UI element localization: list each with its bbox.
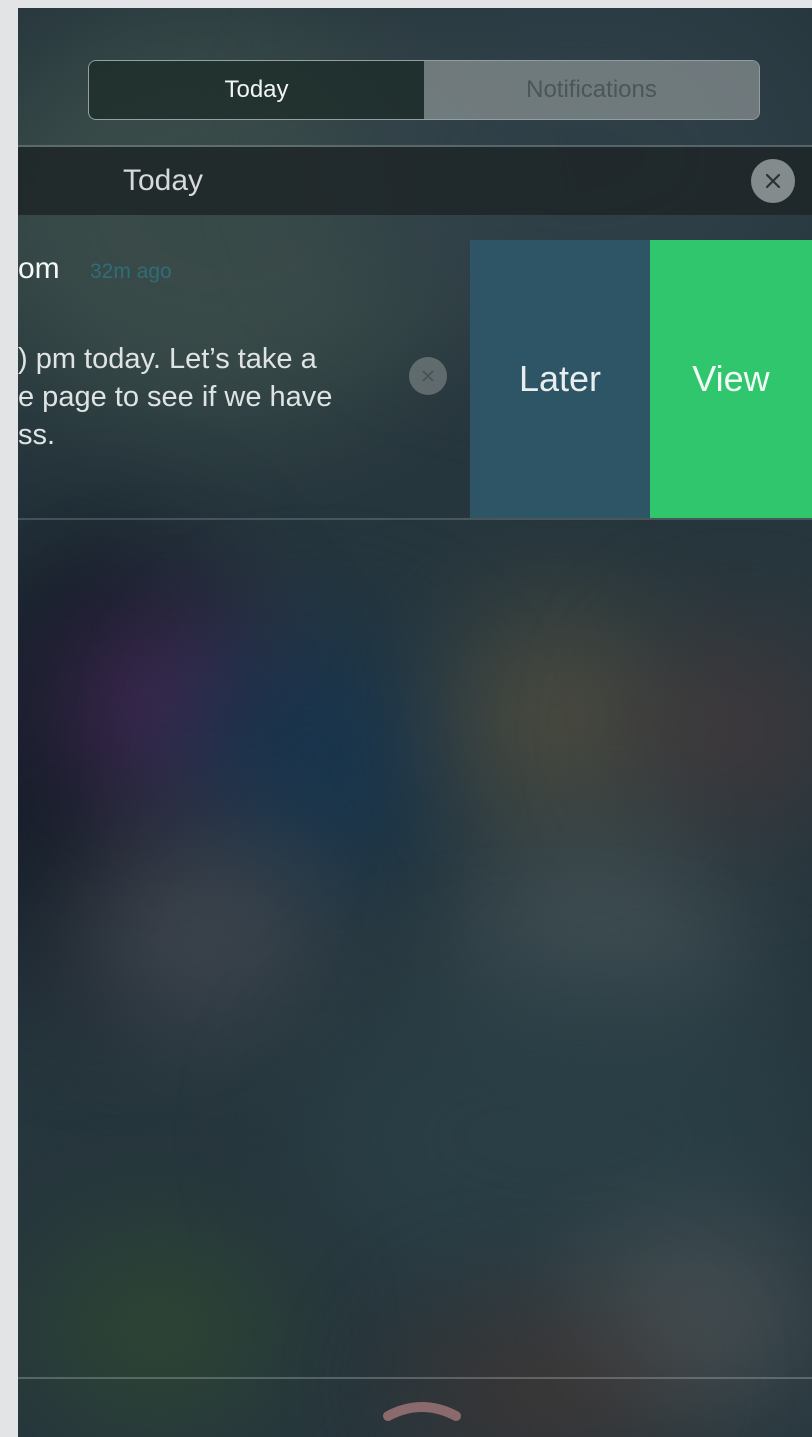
close-handle[interactable] bbox=[380, 1396, 464, 1426]
wallpaper-blur bbox=[638, 628, 812, 828]
notification-message-line: ss. bbox=[18, 419, 56, 451]
tab-today[interactable]: Today bbox=[89, 61, 424, 119]
wallpaper-blur bbox=[38, 1238, 278, 1418]
notification-item[interactable]: om 32m ago ) pm today. Let’s take a e pa… bbox=[18, 240, 812, 518]
wallpaper-blur bbox=[58, 828, 318, 1028]
clear-section-button[interactable] bbox=[751, 159, 795, 203]
later-action-button[interactable]: Later bbox=[470, 240, 650, 518]
wallpaper-blur bbox=[448, 608, 668, 828]
divider bbox=[18, 1377, 812, 1379]
dismiss-notification-button[interactable] bbox=[409, 357, 447, 395]
section-header: Today bbox=[18, 147, 812, 215]
segmented-control: Today Notifications bbox=[88, 60, 760, 120]
notification-app-name: om bbox=[18, 252, 60, 285]
chevron-up-icon bbox=[383, 1402, 461, 1421]
view-action-button[interactable]: View bbox=[650, 240, 812, 518]
notification-timestamp: 32m ago bbox=[90, 260, 172, 283]
close-icon bbox=[765, 173, 781, 189]
notification-message: ) pm today. Let’s take a e page to see i… bbox=[18, 340, 388, 454]
notification-message-line: ) pm today. Let’s take a bbox=[18, 343, 317, 375]
close-icon bbox=[422, 370, 434, 382]
notification-center-screen: Today Notifications Today om 32m ago ) p… bbox=[18, 8, 812, 1437]
divider bbox=[18, 518, 812, 520]
section-title: Today bbox=[123, 164, 204, 197]
tab-notifications[interactable]: Notifications bbox=[424, 61, 759, 119]
notification-message-line: e page to see if we have bbox=[18, 381, 333, 413]
